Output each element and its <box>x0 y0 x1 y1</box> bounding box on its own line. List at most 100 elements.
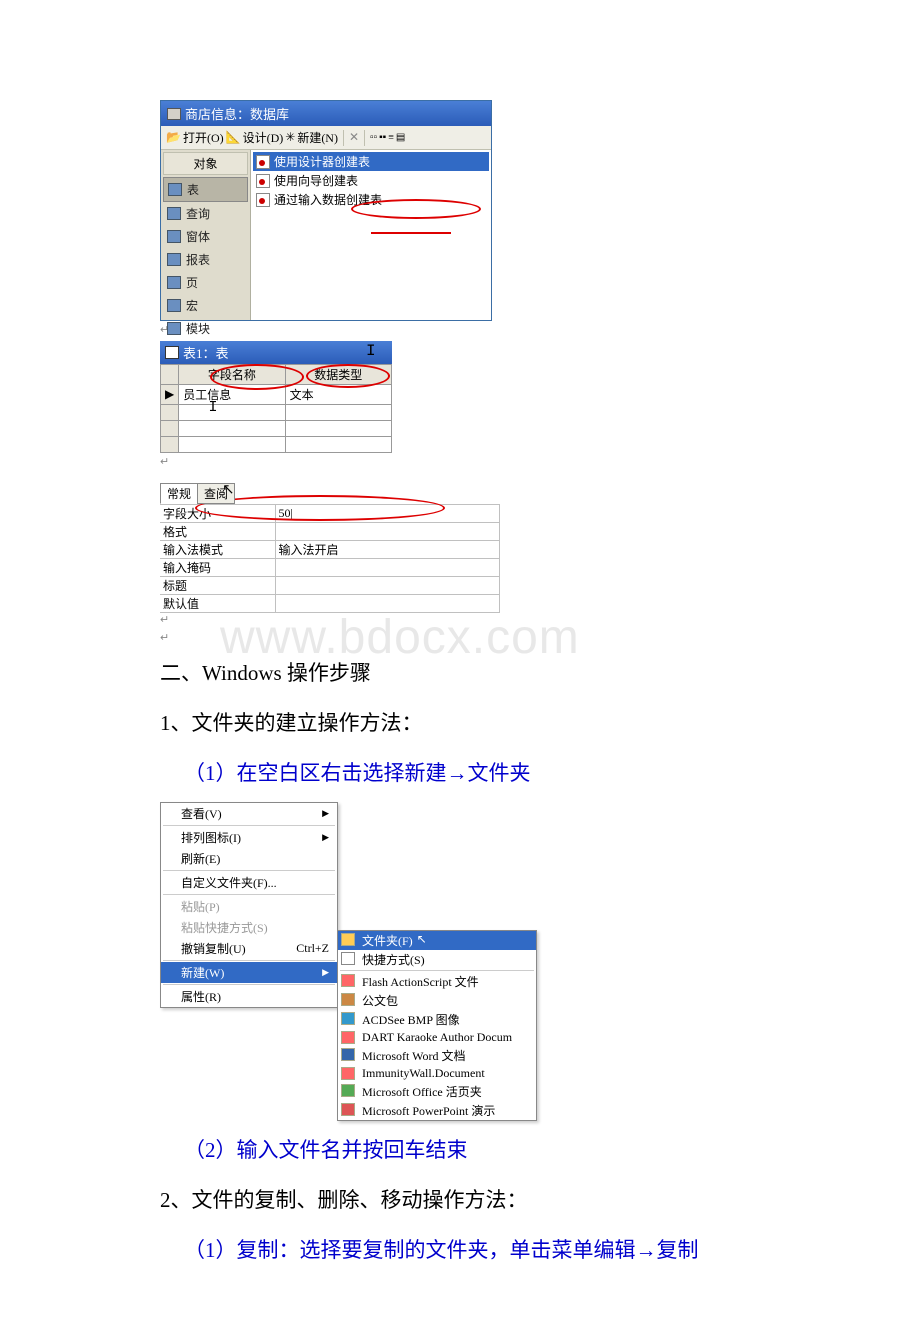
sub-label: ACDSee BMP 图像 <box>362 1013 460 1027</box>
separator <box>163 894 335 895</box>
delete-icon[interactable]: ✕ <box>349 130 359 145</box>
separator <box>163 825 335 826</box>
sub-shortcut[interactable]: 快捷方式(S) <box>338 950 536 969</box>
toolbar-design[interactable]: 设计(D) <box>243 129 284 146</box>
sidebar-item-query[interactable]: 查询 <box>163 202 248 225</box>
flash-icon <box>341 974 355 987</box>
heading-windows: 二、Windows 操作步骤 <box>160 652 760 694</box>
sub-folder[interactable]: 文件夹(F) ↖ <box>338 931 536 950</box>
sub-binder[interactable]: Microsoft Office 活页夹 <box>338 1082 536 1101</box>
report-icon <box>167 253 181 266</box>
ctx-refresh[interactable]: 刷新(E) <box>161 848 337 869</box>
sidebar-header: 对象 <box>163 152 248 175</box>
main-item-label: 通过输入数据创建表 <box>274 191 382 208</box>
empty-cell[interactable] <box>285 421 391 437</box>
sub-label: 文件夹(F) <box>362 934 413 948</box>
main-item-wizard[interactable]: 使用向导创建表 <box>253 171 489 190</box>
separator <box>343 130 344 146</box>
sidebar-label: 模块 <box>186 320 210 337</box>
table-title: 表1：表 <box>183 343 229 362</box>
ctx-new[interactable]: 新建(W)▶ <box>161 962 337 983</box>
sub-flash[interactable]: Flash ActionScript 文件 <box>338 972 536 991</box>
empty-cell[interactable] <box>285 437 391 453</box>
new-icon: ✳ <box>285 130 295 145</box>
props-tabs: 常规 查阅 ↖ <box>160 483 500 504</box>
arrow-right-icon: ▶ <box>322 967 329 978</box>
toolbar-open[interactable]: 打开(O) <box>183 129 224 146</box>
form-icon <box>167 230 181 243</box>
field-grid[interactable]: 字段名称 数据类型 ▶ 员工信息 文本 <box>160 364 392 453</box>
word-icon <box>341 1048 355 1061</box>
prop-value[interactable] <box>275 559 500 577</box>
ctx-paste: 粘贴(P) <box>161 896 337 917</box>
empty-cell[interactable] <box>179 405 285 421</box>
ctx-view[interactable]: 查看(V)▶ <box>161 803 337 824</box>
prop-value[interactable]: 输入法开启 <box>275 541 500 559</box>
sidebar-item-macro[interactable]: 宏 <box>163 294 248 317</box>
cursor-icon: ↖ <box>417 932 427 947</box>
row-selector[interactable] <box>161 437 179 453</box>
sub-dart[interactable]: DART Karaoke Author Docum <box>338 1029 536 1046</box>
table-icon <box>168 183 182 196</box>
separator <box>163 870 335 871</box>
sidebar-item-page[interactable]: 页 <box>163 271 248 294</box>
sub-label: Microsoft PowerPoint 演示 <box>362 1104 495 1118</box>
view-icon1[interactable]: ▫▫ <box>370 132 377 143</box>
view-icon2[interactable]: ▪▪ <box>379 132 386 143</box>
col-datatype: 数据类型 <box>285 365 391 385</box>
properties-table[interactable]: 字段大小50| 格式 输入法模式输入法开启 输入掩码 标题 默认值 <box>160 504 500 613</box>
prop-label: 标题 <box>160 577 275 595</box>
field-name-cell[interactable]: 员工信息 <box>179 385 285 405</box>
sub-ppt[interactable]: Microsoft PowerPoint 演示 <box>338 1101 536 1120</box>
database-window: 商店信息：数据库 📂 打开(O) 📐 设计(D) ✳ 新建(N) ✕ ▫▫ ▪▪… <box>160 100 492 321</box>
prop-value[interactable] <box>275 595 500 613</box>
sidebar-item-report[interactable]: 报表 <box>163 248 248 271</box>
step-2-1: （1）复制：选择要复制的文件夹，单击菜单编辑→复制 <box>160 1229 760 1271</box>
sidebar-label: 报表 <box>186 251 210 268</box>
main-item-input[interactable]: 通过输入数据创建表 <box>253 190 489 209</box>
col-label: 数据类型 <box>314 368 362 382</box>
row-selector[interactable] <box>161 421 179 437</box>
prop-value[interactable] <box>275 577 500 595</box>
ctx-properties[interactable]: 属性(R) <box>161 986 337 1007</box>
doc-icon <box>341 1067 355 1080</box>
annotation-line <box>371 232 451 234</box>
sub-bmp[interactable]: ACDSee BMP 图像 <box>338 1010 536 1029</box>
arrow-right-icon: ▶ <box>322 832 329 843</box>
ctx-paste-shortcut: 粘贴快捷方式(S) <box>161 917 337 938</box>
data-type-cell[interactable]: 文本 <box>285 385 391 405</box>
sidebar-item-form[interactable]: 窗体 <box>163 225 248 248</box>
prop-value[interactable] <box>275 523 500 541</box>
sidebar-item-table[interactable]: 表 <box>163 177 248 202</box>
ctx-arrange[interactable]: 排列图标(I)▶ <box>161 827 337 848</box>
sub-label: DART Karaoke Author Docum <box>362 1030 512 1044</box>
main-item-designer[interactable]: 使用设计器创建表 <box>253 152 489 171</box>
sidebar-label: 表 <box>187 181 199 198</box>
empty-cell[interactable] <box>285 405 391 421</box>
view-icon3[interactable]: ≡ <box>388 132 394 143</box>
sub-word[interactable]: Microsoft Word 文档 <box>338 1046 536 1065</box>
prop-label: 输入掩码 <box>160 559 275 577</box>
ctx-customize[interactable]: 自定义文件夹(F)... <box>161 872 337 893</box>
macro-icon <box>167 299 181 312</box>
ctx-undo[interactable]: 撤销复制(U)Ctrl+Z <box>161 938 337 959</box>
sidebar-item-module[interactable]: 模块 <box>163 317 248 340</box>
prop-value[interactable]: 50| <box>275 505 500 523</box>
briefcase-icon <box>341 993 355 1006</box>
row-selector[interactable]: ▶ <box>161 385 179 405</box>
sidebar-label: 宏 <box>186 297 198 314</box>
sidebar-label: 查询 <box>186 205 210 222</box>
sub-immunity[interactable]: ImmunityWall.Document <box>338 1065 536 1082</box>
view-icon4[interactable]: ▤ <box>396 132 405 143</box>
tab-general[interactable]: 常规 <box>160 483 198 504</box>
toolbar-new[interactable]: 新建(N) <box>297 129 338 146</box>
sub-label: Microsoft Office 活页夹 <box>362 1085 482 1099</box>
empty-cell[interactable] <box>179 421 285 437</box>
sub-briefcase[interactable]: 公文包 <box>338 991 536 1010</box>
sidebar-label: 窗体 <box>186 228 210 245</box>
annotation-oval: 字段名称 <box>208 368 256 382</box>
row-selector[interactable] <box>161 405 179 421</box>
open-icon: 📂 <box>166 130 181 145</box>
empty-cell[interactable] <box>179 437 285 453</box>
separator <box>340 970 534 971</box>
